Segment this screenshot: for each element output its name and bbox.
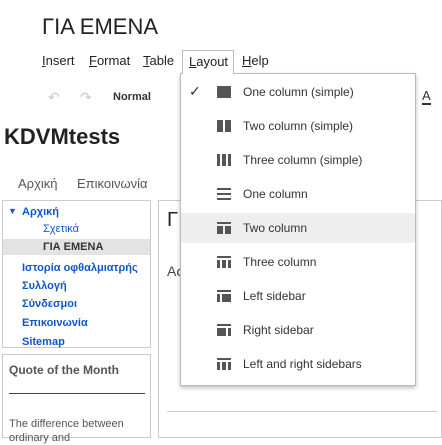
layout-option-right-sidebar[interactable]: Right sidebar: [181, 315, 415, 345]
font-color-button[interactable]: A: [422, 88, 431, 105]
menu-format-label: ormat: [96, 53, 131, 68]
menu-insert[interactable]: Insert: [42, 53, 75, 68]
sidebar-item-contact[interactable]: Επικοινωνία: [22, 317, 88, 329]
site-title: KDVMtests: [4, 124, 121, 149]
layout-option-one-column-simple[interactable]: ✓ One column (simple): [181, 77, 415, 107]
quote-divider: [9, 393, 145, 394]
top-nav-contact[interactable]: Επικοινωνία: [77, 176, 148, 191]
collapse-triangle-icon[interactable]: ▼: [8, 206, 17, 216]
menu-layout-open-tab[interactable]: Layout: [182, 50, 234, 74]
menu-insert-label: nsert: [45, 53, 75, 68]
sidebar-item-links[interactable]: Σύνδεσμοι: [22, 298, 77, 310]
paragraph-style-select[interactable]: Normal: [113, 91, 151, 103]
left-right-sidebars-icon: [217, 358, 231, 370]
menu-format-mnemonic: F: [89, 53, 97, 68]
content-divider: [167, 411, 437, 412]
content-heading[interactable]: Γ: [167, 209, 178, 232]
redo-icon[interactable]: ↷: [80, 89, 92, 106]
layout-option-label: Two column (simple): [243, 119, 354, 133]
layout-option-one-column[interactable]: One column: [181, 179, 415, 209]
layout-option-label: Three column (simple): [243, 153, 363, 167]
undo-icon[interactable]: ↶: [48, 89, 60, 106]
three-column-simple-icon: [217, 154, 231, 166]
menu-help-mnemonic: H: [242, 53, 252, 68]
sidebar-item-collection[interactable]: Συλλογή: [22, 280, 67, 292]
quote-gadget: Quote of the Month The difference betwee…: [2, 354, 151, 444]
top-navigation: Αρχική Επικοινωνία: [0, 170, 160, 200]
menu-layout-label: ayout: [196, 54, 229, 69]
two-column-icon: [217, 222, 231, 234]
layout-option-label: Two column: [243, 221, 308, 235]
layout-option-left-right-sidebars[interactable]: Left and right sidebars: [181, 349, 415, 379]
layout-option-label: Three column: [243, 255, 317, 269]
sidebar-item-current[interactable]: ΓΙΑ ΕΜΕΝΑ: [43, 241, 103, 253]
layout-option-left-sidebar[interactable]: Left sidebar: [181, 281, 415, 311]
sidebar-item-sitemap[interactable]: Sitemap: [22, 336, 65, 348]
sidebar-navigation: ▼ Αρχική Σχετικά ΓΙΑ ΕΜΕΝΑ Ιστορία οφθαλ…: [2, 200, 151, 348]
menu-table-label: able: [149, 53, 175, 68]
menu-format[interactable]: Format: [89, 53, 130, 68]
menu-table[interactable]: Table: [143, 53, 174, 68]
layout-option-three-column[interactable]: Three column: [181, 247, 415, 277]
document-title: ΓΙΑ ΕΜΕΝΑ: [42, 14, 159, 39]
layout-option-label: One column (simple): [243, 85, 354, 99]
menu-layout[interactable]: Layout: [189, 54, 228, 69]
layout-option-label: Left sidebar: [243, 289, 306, 303]
two-column-simple-icon: [217, 120, 231, 132]
top-nav-home[interactable]: Αρχική: [18, 176, 58, 191]
layout-option-label: One column: [243, 187, 308, 201]
sidebar-item-home[interactable]: Αρχική: [22, 206, 59, 218]
one-column-icon: [217, 188, 231, 200]
layout-option-label: Right sidebar: [243, 323, 314, 337]
right-sidebar-icon: [217, 324, 231, 336]
sidebar-item-about[interactable]: Σχετικά: [43, 223, 79, 235]
quote-text: The difference between ordinary and: [9, 418, 124, 444]
layout-option-two-column[interactable]: Two column: [181, 213, 415, 243]
layout-option-label: Left and right sidebars: [243, 357, 362, 371]
menu-help-label: elp: [251, 53, 269, 68]
three-column-icon: [217, 256, 231, 268]
checkmark-icon: ✓: [189, 83, 201, 99]
one-column-simple-icon: [217, 86, 231, 98]
layout-option-two-column-simple[interactable]: Two column (simple): [181, 111, 415, 141]
sidebar-item-history[interactable]: Ιστορία οφθαλμιατρής: [22, 262, 138, 274]
layout-option-three-column-simple[interactable]: Three column (simple): [181, 145, 415, 175]
menu-bar: Insert Format Table Layout Help: [0, 50, 442, 74]
layout-dropdown-menu: ✓ One column (simple) Two column (simple) T…: [180, 73, 416, 386]
left-sidebar-icon: [217, 290, 231, 302]
quote-title: Quote of the Month: [9, 363, 119, 377]
menu-help[interactable]: Help: [242, 53, 269, 68]
